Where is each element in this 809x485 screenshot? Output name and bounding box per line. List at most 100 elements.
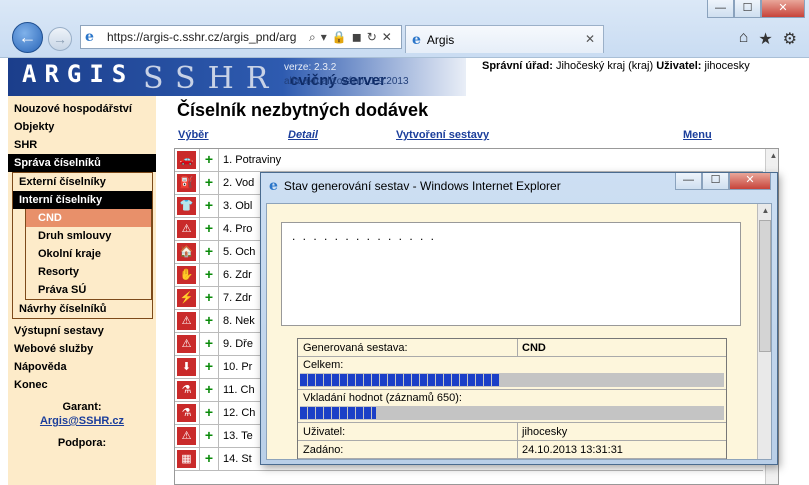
- nav-interni[interactable]: Interní číselníky: [13, 191, 152, 209]
- category-icon: ⚠: [177, 427, 196, 445]
- user-label: Uživatel:: [656, 60, 702, 72]
- link-vytvoreni-sestavy[interactable]: Vytvoření sestavy: [396, 129, 489, 141]
- category-icon: ⚠: [177, 312, 196, 330]
- nav-napoveda[interactable]: Nápověda: [8, 358, 156, 376]
- stop-icon[interactable]: ◼: [352, 30, 362, 45]
- link-detail[interactable]: Detail: [288, 129, 318, 141]
- interni-submenu: CND Druh smlouvy Okolní kraje Resorty Pr…: [25, 209, 152, 300]
- table-row[interactable]: 🚗 +1. Potraviny: [175, 149, 763, 172]
- row-uzivatel: Uživatel: jihocesky: [298, 423, 726, 441]
- expand-plus-icon[interactable]: +: [199, 218, 219, 241]
- nav-okolni-kraje[interactable]: Okolní kraje: [26, 245, 151, 263]
- category-icon: ⚗: [177, 381, 196, 399]
- tab-label: Argis: [426, 32, 455, 47]
- nav-objekty[interactable]: Objekty: [8, 118, 156, 136]
- row-label: 9. Dře: [223, 338, 253, 350]
- row-label: 13. Te: [223, 430, 253, 442]
- tab-close-icon[interactable]: ✕: [585, 32, 595, 46]
- lock-icon[interactable]: 🔒: [332, 30, 347, 45]
- link-vyber[interactable]: Výběr: [178, 129, 209, 141]
- dialog-body: . . . . . . . . . . . . . . Generovaná s…: [266, 203, 772, 460]
- expand-plus-icon[interactable]: +: [199, 310, 219, 333]
- user-value: jihocesky: [704, 60, 750, 72]
- page-title: Číselník nezbytných dodávek: [177, 100, 429, 120]
- category-icon: ⚠: [177, 220, 196, 238]
- row-label: 6. Zdr: [223, 269, 252, 281]
- nav-druh-smlouvy[interactable]: Druh smlouvy: [26, 227, 151, 245]
- dialog-scroll-thumb[interactable]: [759, 220, 771, 352]
- nav-externi[interactable]: Externí číselníky: [13, 173, 152, 191]
- refresh-icon[interactable]: ↻: [367, 30, 377, 45]
- generation-info-table: Generovaná sestava: CND Celkem: Vkladání…: [297, 338, 727, 459]
- row-label: 3. Obl: [223, 200, 253, 212]
- dropdown-icon[interactable]: ▾: [321, 30, 327, 45]
- garant-block: Garant: Argis@SSHR.cz Podpora:: [8, 401, 156, 449]
- tab-argis[interactable]: e Argis ✕: [405, 25, 604, 53]
- row-label: 11. Ch: [223, 384, 255, 396]
- category-icon: ⚠: [177, 335, 196, 353]
- ie-logo-icon: e: [85, 29, 94, 45]
- address-bar[interactable]: e https://argis-c.sshr.cz/argis_pnd/arg …: [80, 25, 402, 49]
- nav-sprava-ciselniku[interactable]: Správa číselníků: [8, 154, 156, 172]
- dialog-scrollbar[interactable]: ▲: [757, 204, 771, 459]
- action-links: Výběr Detail Vytvoření sestavy Menu: [178, 129, 738, 143]
- expand-plus-icon[interactable]: +: [199, 425, 219, 448]
- expand-plus-icon[interactable]: +: [199, 264, 219, 287]
- nav-navrhy[interactable]: Návrhy číselníků: [13, 300, 152, 318]
- expand-plus-icon[interactable]: +: [199, 195, 219, 218]
- minimize-button[interactable]: —: [707, 0, 734, 18]
- garant-mail-link[interactable]: Argis@SSHR.cz: [8, 415, 156, 427]
- argis-banner: SSHR ARGIS verze: 2.3.2 cvičný server al…: [8, 58, 466, 96]
- dialog-scroll-up-icon[interactable]: ▲: [758, 204, 771, 218]
- close-icon[interactable]: ✕: [382, 30, 392, 45]
- url-text[interactable]: https://argis-c.sshr.cz/argis_pnd/arg: [107, 30, 305, 44]
- expand-plus-icon[interactable]: +: [199, 172, 219, 195]
- ie-logo-icon: e: [269, 178, 278, 194]
- nav-resorty[interactable]: Resorty: [26, 263, 151, 281]
- forward-button[interactable]: →: [48, 27, 72, 51]
- expand-plus-icon[interactable]: +: [199, 356, 219, 379]
- dialog-close-button[interactable]: ✕: [729, 173, 771, 190]
- expand-plus-icon[interactable]: +: [199, 241, 219, 264]
- expand-plus-icon[interactable]: +: [199, 149, 219, 172]
- report-status-dialog: e Stav generování sestav - Windows Inter…: [260, 172, 778, 465]
- row-label: 4. Pro: [223, 223, 253, 235]
- expand-plus-icon[interactable]: +: [199, 448, 219, 471]
- row-label: 7. Zdr: [223, 292, 252, 304]
- nav-konec[interactable]: Konec: [8, 376, 156, 394]
- dialog-maximize-button[interactable]: ☐: [702, 173, 729, 190]
- maximize-button[interactable]: ☐: [734, 0, 761, 18]
- home-icon[interactable]: ⌂: [739, 29, 749, 49]
- nav-webove[interactable]: Webové služby: [8, 340, 156, 358]
- uzivatel-label: Uživatel:: [298, 423, 518, 440]
- search-icon[interactable]: ⌕: [309, 30, 316, 45]
- expand-plus-icon[interactable]: +: [199, 402, 219, 425]
- category-icon: 👕: [177, 197, 196, 215]
- nav-cnd[interactable]: CND: [26, 209, 151, 227]
- office-value: Jihočeský kraj (kraj): [555, 60, 654, 72]
- dialog-minimize-button[interactable]: —: [675, 173, 702, 190]
- gear-icon[interactable]: ⚙: [783, 29, 797, 49]
- link-menu[interactable]: Menu: [683, 129, 712, 141]
- forward-arrow-icon: →: [53, 31, 67, 47]
- nav-shr[interactable]: SHR: [8, 136, 156, 154]
- nav-prava-su[interactable]: Práva SÚ: [26, 281, 151, 299]
- expand-plus-icon[interactable]: +: [199, 287, 219, 310]
- close-window-button[interactable]: ✕: [761, 0, 805, 18]
- uzivatel-value: jihocesky: [522, 426, 568, 438]
- row-label: 8. Nek: [223, 315, 255, 327]
- category-icon: ⚗: [177, 404, 196, 422]
- banner-bg-text: SSHR: [143, 61, 281, 96]
- nav-vystupni[interactable]: Výstupní sestavy: [8, 322, 156, 340]
- row-label: 1. Potraviny: [223, 154, 282, 166]
- back-button[interactable]: ←: [12, 22, 43, 53]
- scroll-up-icon[interactable]: ▲: [766, 149, 778, 163]
- star-icon[interactable]: ★: [758, 29, 772, 49]
- vkladani-label: Vkladání hodnot (záznamů 650):: [303, 392, 462, 404]
- expand-plus-icon[interactable]: +: [199, 379, 219, 402]
- expand-plus-icon[interactable]: +: [199, 333, 219, 356]
- row-label: 12. Ch: [223, 407, 256, 419]
- vkladani-progress-bar: [300, 406, 724, 420]
- category-icon: 🏠: [177, 243, 196, 261]
- nav-nouzove[interactable]: Nouzové hospodářství: [8, 100, 156, 118]
